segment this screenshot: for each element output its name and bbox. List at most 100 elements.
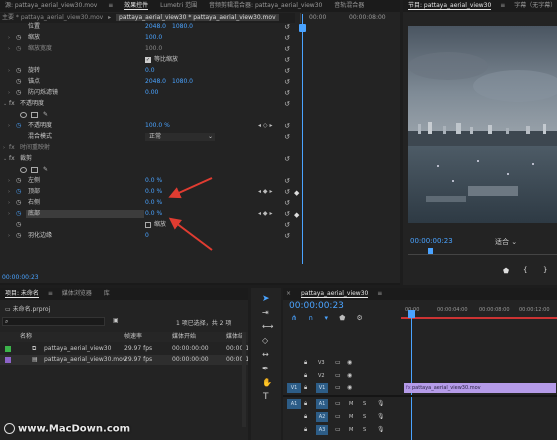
toggle-output-icon[interactable]: ▭ [335,384,341,391]
col-name[interactable]: 名称 [20,332,32,342]
track-divider [283,395,557,397]
mic-icon[interactable]: 🎙︎ [377,413,385,420]
mic-icon[interactable]: 🎙︎ [377,426,385,433]
program-timecode[interactable]: 00:00:00:23 [410,237,453,245]
lock-icon[interactable]: 🔒︎ [304,359,307,367]
timeline-playhead-head[interactable] [408,310,415,318]
project-scrollbar[interactable] [242,332,246,427]
marker-icon[interactable]: ⬟ [503,267,509,275]
mini-playhead[interactable] [302,14,303,264]
menu-icon[interactable]: ≡ [46,288,55,300]
mark-out-icon[interactable]: } [543,266,547,274]
menu-icon[interactable]: ≡ [375,288,384,300]
wrench-icon[interactable]: ⚙ [357,314,363,322]
item-start: 00:00:00:00 [172,356,209,363]
eye-icon[interactable]: ◉ [347,359,352,366]
tab-program[interactable]: 节目: pattaya_aerial_view30 [403,0,496,12]
program-ruler[interactable] [408,248,557,255]
timeline-timecode[interactable]: 00:00:00:23 [289,301,344,311]
col-media-start[interactable]: 媒体开始 [172,332,196,342]
linked-icon[interactable]: ∩ [308,314,313,322]
timeline-clip[interactable]: fx pattaya_aerial_view30.mov [404,383,556,393]
lock-icon[interactable]: 🔒︎ [304,413,307,421]
fit-dropdown[interactable]: 适合 ⌄ [495,237,517,247]
pen-tool-icon[interactable]: ✒ [262,364,269,373]
tab-libraries[interactable]: 库 [99,288,115,300]
mic-icon[interactable]: 🎙︎ [377,400,385,407]
lock-icon[interactable]: 🔒︎ [304,400,307,408]
toggle-output-icon[interactable]: ▭ [335,359,341,366]
source-patch-v1[interactable]: V1 [287,383,301,393]
watermark-logo-icon [4,423,15,434]
track-label[interactable]: V1 [316,383,328,393]
track-v3: V3 🔒︎ ▭ ◉ [283,358,557,369]
eye-icon[interactable]: ◉ [347,372,352,379]
lock-icon[interactable]: 🔒︎ [304,384,307,392]
item-name: pattaya_aerial_view30 [44,345,112,352]
track-label[interactable]: A1 [316,399,328,409]
slip-tool-icon[interactable]: ↔ [262,350,269,359]
add-marker-icon[interactable]: ⬟ [339,314,345,322]
hand-tool-icon[interactable]: ✋ [262,378,272,387]
mute-button[interactable]: M [349,414,353,420]
toggle-output-icon[interactable]: ▭ [335,400,341,407]
eye-icon[interactable]: ◉ [347,384,352,391]
project-item-clip[interactable]: ▤ pattaya_aerial_view30.mov 29.97 fps 00… [0,355,248,365]
snap-icon[interactable]: ⋔ [291,314,297,322]
item-fps: 29.97 fps [124,356,153,363]
tab-project[interactable]: 项目: 未命名 [0,288,44,300]
toggle-output-icon[interactable]: ▭ [335,413,341,420]
mute-button[interactable]: M [349,401,353,407]
solo-button[interactable]: S [363,401,366,407]
clip-icon: ▤ [32,356,38,363]
new-bin-icon[interactable]: ▣ [113,317,119,324]
track-select-tool-icon[interactable]: ⇥ [262,308,269,317]
type-tool-icon[interactable]: T [263,392,269,402]
source-patch-a1[interactable]: A1 [287,399,301,409]
track-a3: A3 🔒︎ ▭ M S 🎙︎ [283,425,557,436]
track-a1: A1 A1 🔒︎ ▭ M S 🎙︎ [283,399,557,410]
lock-icon[interactable]: 🔒︎ [304,426,307,434]
track-label[interactable]: A3 [316,425,328,435]
col-fps[interactable]: 帧速率 [124,332,142,342]
annotation-arrows [168,177,213,251]
mark-in-icon[interactable]: { [523,266,527,274]
mini-playhead-marker[interactable] [299,24,306,32]
menu-icon[interactable]: ≡ [498,0,507,12]
toggle-output-icon[interactable]: ▭ [335,372,341,379]
search-icon: ⌕ [5,318,9,325]
tab-audio-track-mixer[interactable]: 音轨混合器 [329,0,369,12]
mini-timeline-ruler: 00:00 00:00:08:00 [300,13,400,23]
video-frame[interactable] [408,26,557,223]
track-label[interactable]: V2 [318,373,325,379]
close-icon[interactable]: × [283,288,294,300]
razor-tool-icon[interactable]: ◇ [262,336,268,345]
track-label[interactable]: A2 [316,412,328,422]
ripple-edit-tool-icon[interactable]: ⟷ [262,322,273,331]
marker-add-icon[interactable]: ▾ [324,314,328,322]
project-tabbar: 项目: 未命名 ≡ 媒体浏览器 库 [0,288,248,300]
project-item-sequence[interactable]: ⧉ pattaya_aerial_view30 29.97 fps 00:00:… [0,344,248,354]
effect-timecode[interactable]: 00:00:00:23 [2,274,39,281]
solo-button[interactable]: S [363,427,366,433]
track-label[interactable]: V3 [318,360,325,366]
tab-sequence[interactable]: pattaya_aerial_view30 [296,288,373,300]
search-field[interactable]: ⌕ [2,317,105,326]
tools-panel: ➤ ⇥ ⟷ ◇ ↔ ✒ ✋ T [251,288,281,440]
ruler-mark: 00:00:08:00 [479,307,510,313]
timeline-ruler[interactable]: 00:00 00:00:04:00 00:00:08:00 00:00:12:0… [401,303,557,319]
lock-icon[interactable]: 🔒︎ [304,372,307,380]
item-name: pattaya_aerial_view30.mov [44,356,127,363]
solo-button[interactable]: S [363,414,366,420]
toggle-output-icon[interactable]: ▭ [335,426,341,433]
item-start: 00:00:00:00 [172,345,209,352]
selection-count: 1 项已选择，共 2 项 [176,320,232,327]
chevron-down-icon: ⌄ [511,238,518,246]
selection-tool-icon[interactable]: ➤ [262,294,270,304]
mute-button[interactable]: M [349,427,353,433]
project-header-row: 名称 帧速率 媒体开始 媒体结 [0,332,248,342]
tab-media-browser[interactable]: 媒体浏览器 [57,288,97,300]
program-playhead[interactable] [428,248,433,254]
arrow-to-top [168,177,213,199]
tab-captions[interactable]: 字幕（无字幕） [509,0,557,12]
